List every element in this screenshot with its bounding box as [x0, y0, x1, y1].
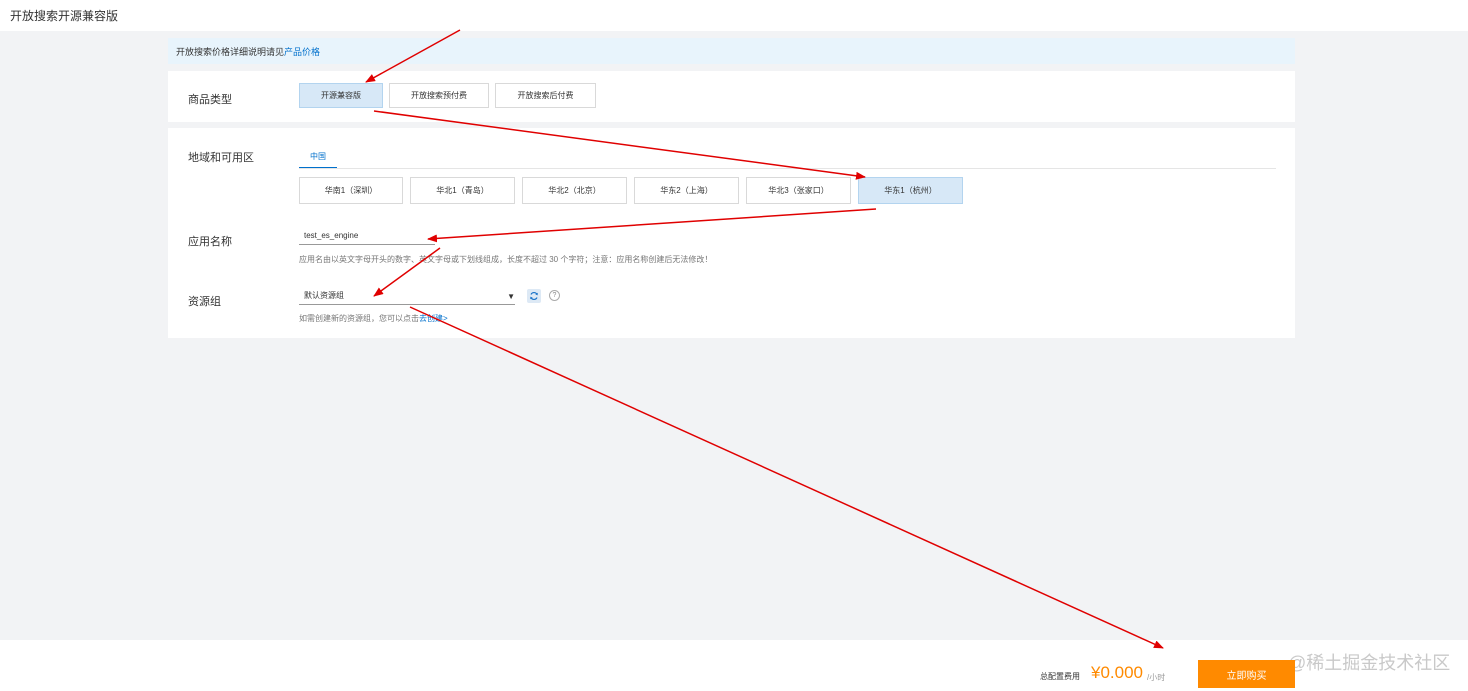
region-option-beijing[interactable]: 华北2（北京） [522, 177, 627, 204]
top-bar: 开放搜索开源兼容版 [0, 0, 1468, 31]
app-name-label: 应用名称 [188, 236, 232, 248]
resource-group-hint-text: 如需创建新的资源组，您可以点击 [299, 314, 419, 323]
total-fee-value: ¥0.000 [1091, 663, 1143, 682]
region-option-qingdao[interactable]: 华北1（青岛） [410, 177, 515, 204]
fee-unit: /小时 [1147, 673, 1166, 682]
resource-group-select[interactable]: 默认资源组 ▼ [299, 287, 515, 305]
app-name-input[interactable] [299, 227, 435, 245]
watermark: @稀土掘金技术社区 [1288, 653, 1451, 673]
product-type-label: 商品类型 [188, 94, 232, 106]
annotation-arrow [409, 306, 1164, 649]
pricing-notice: 开放搜索价格详细说明请见产品价格 [168, 38, 1295, 64]
region-option-shenzhen[interactable]: 华南1（深圳） [299, 177, 403, 204]
product-option-open-source[interactable]: 开源兼容版 [299, 83, 383, 108]
help-icon[interactable]: ? [549, 290, 560, 301]
app-name-hint: 应用名由以英文字母开头的数字、英文字母或下划线组成，长度不超过 30 个字符；注… [299, 255, 713, 264]
create-resource-group-link[interactable]: 去创建> [419, 314, 448, 323]
region-option-zhangjiakou[interactable]: 华北3（张家口） [746, 177, 851, 204]
resource-group-label: 资源组 [188, 296, 221, 308]
refresh-icon[interactable] [527, 289, 541, 303]
pricing-notice-text: 开放搜索价格详细说明请见 [176, 47, 285, 57]
tab-divider [299, 168, 1276, 169]
region-option-shanghai[interactable]: 华东2（上海） [634, 177, 739, 204]
tab-china[interactable]: 中国 [299, 145, 337, 169]
footer-bar: 总配置费用 ¥0.000 /小时 @稀土掘金技术社区 立即购买 [0, 640, 1468, 691]
resource-group-value: 默认资源组 [304, 291, 344, 300]
product-option-postpaid[interactable]: 开放搜索后付费 [495, 83, 596, 108]
page-title: 开放搜索开源兼容版 [10, 9, 119, 23]
region-label: 地域和可用区 [188, 152, 254, 164]
caret-down-icon: ▼ [507, 292, 515, 301]
total-fee-label: 总配置费用 [1040, 672, 1080, 681]
resource-group-hint: 如需创建新的资源组，您可以点击去创建> [299, 313, 448, 324]
region-option-hangzhou[interactable]: 华东1（杭州） [858, 177, 963, 204]
product-option-prepaid[interactable]: 开放搜索预付费 [389, 83, 489, 108]
buy-now-button[interactable]: 立即购买 [1198, 660, 1295, 688]
pricing-link[interactable]: 产品价格 [284, 47, 320, 57]
